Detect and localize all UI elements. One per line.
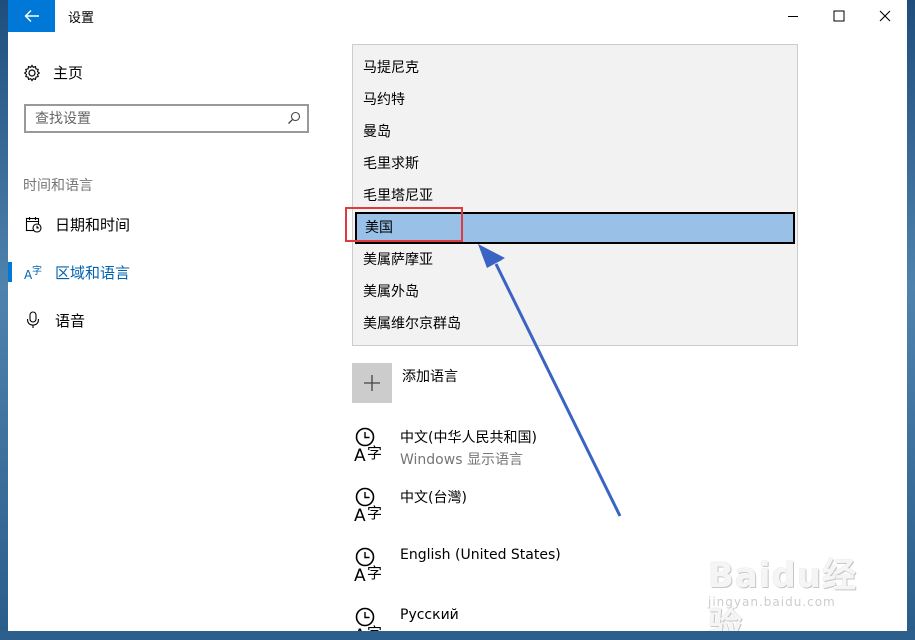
svg-text:字: 字 (367, 504, 382, 522)
search-input[interactable] (35, 109, 275, 129)
svg-text:字: 字 (367, 624, 382, 631)
dropdown-option[interactable]: 曼岛 (353, 116, 797, 148)
svg-text:A: A (354, 506, 366, 525)
dropdown-option[interactable]: 美属萨摩亚 (353, 244, 797, 276)
sidebar-item-speech[interactable]: 语音 (8, 301, 328, 339)
svg-text:字: 字 (367, 564, 382, 582)
language-item[interactable]: A 字 中文(台灣) (352, 485, 467, 525)
dropdown-option[interactable]: 美属外岛 (353, 276, 797, 308)
close-button[interactable] (862, 0, 907, 32)
watermark-url: jingyan.baidu.com (708, 595, 836, 609)
dropdown-option[interactable]: 美属维尔京群岛 (353, 308, 797, 340)
section-heading: 时间和语言 (23, 178, 93, 194)
language-pack-icon: A 字 (354, 487, 382, 525)
language-name: Русский (400, 607, 459, 623)
calendar-clock-icon (24, 215, 42, 233)
title-bar: 设置 (8, 0, 907, 32)
back-button[interactable] (8, 0, 55, 32)
language-name: 中文(台灣) (400, 490, 467, 506)
highlight-annotation-box (345, 207, 463, 242)
language-pack-icon: A 字 (354, 607, 382, 631)
microphone-icon (24, 311, 42, 329)
svg-text:字: 字 (367, 444, 382, 462)
country-dropdown-list[interactable]: 马提尼克 马约特 曼岛 毛里求斯 毛里塔尼亚 美国 美属萨摩亚 美属外岛 美属维… (352, 44, 798, 346)
sidebar-item-label: 语音 (55, 311, 86, 330)
language-pack-icon: A 字 (354, 427, 382, 465)
language-item[interactable]: A 字 中文(中华人民共和国) Windows 显示语言 (352, 425, 537, 469)
dropdown-option[interactable]: 马提尼克 (353, 52, 797, 84)
language-pack-icon: A 字 (354, 547, 382, 585)
svg-text:A: A (354, 566, 366, 585)
language-name: 中文(中华人民共和国) (400, 430, 537, 446)
search-icon[interactable] (287, 111, 301, 125)
search-box[interactable] (24, 104, 309, 133)
settings-window: 设置 主页 时间和语言 (8, 0, 907, 631)
baidu-watermark: Baidu经验 jingyan.baidu.com (708, 548, 888, 631)
sidebar-item-label: 区域和语言 (55, 263, 131, 282)
add-language-label: 添加语言 (402, 369, 458, 385)
sidebar-item-date-time[interactable]: 日期和时间 (8, 205, 328, 243)
dropdown-option[interactable]: 马约特 (353, 84, 797, 116)
add-language-button[interactable]: 添加语言 (352, 363, 458, 403)
maximize-icon (833, 10, 845, 22)
gear-icon (23, 64, 41, 81)
home-label: 主页 (53, 64, 84, 82)
close-icon (879, 10, 891, 22)
plus-icon (352, 363, 392, 403)
language-name: English (United States) (400, 547, 561, 563)
dropdown-option[interactable]: 毛里求斯 (353, 148, 797, 180)
language-item[interactable]: A 字 Русский (352, 605, 459, 631)
region-language-icon: A 字 (24, 263, 42, 281)
sidebar: 主页 时间和语言 日期和时间 (8, 32, 328, 631)
desktop-background-left (0, 0, 8, 640)
minimize-icon (788, 16, 798, 17)
sidebar-home[interactable]: 主页 (23, 62, 83, 83)
sidebar-item-region-language[interactable]: A 字 区域和语言 (8, 253, 328, 291)
maximize-button[interactable] (816, 0, 862, 32)
svg-text:A: A (354, 626, 366, 631)
svg-text:A: A (354, 446, 366, 465)
language-item[interactable]: A 字 English (United States) (352, 545, 561, 585)
language-subtitle: Windows 显示语言 (400, 452, 523, 468)
desktop-background-bottom (0, 631, 915, 640)
back-arrow-icon (24, 10, 39, 22)
svg-text:字: 字 (32, 264, 42, 277)
watermark-logo: Baidu经验 (708, 556, 858, 631)
sidebar-item-label: 日期和时间 (55, 215, 131, 234)
minimize-button[interactable] (770, 0, 816, 32)
window-title: 设置 (68, 11, 95, 26)
desktop-background-right (907, 0, 915, 640)
